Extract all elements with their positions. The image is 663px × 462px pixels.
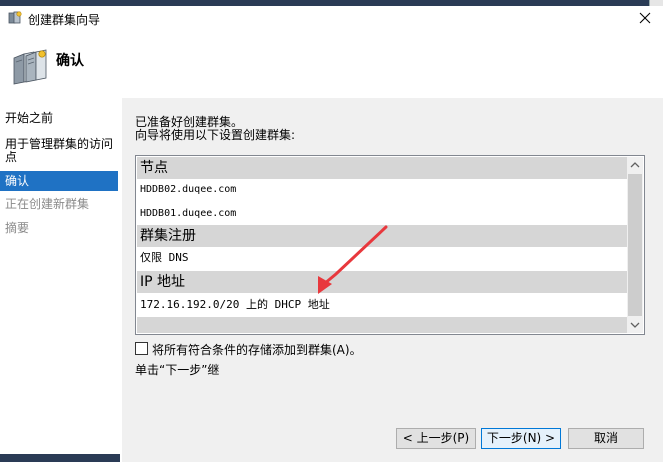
wizard-header: 确认 xyxy=(0,30,663,92)
scroll-down-icon[interactable] xyxy=(627,317,643,333)
list-item: 仅限 DNS xyxy=(140,251,189,264)
continue-hint: 单击“下一步”继 xyxy=(135,363,220,377)
section-header-nodes: 节点 xyxy=(137,157,628,179)
background-window-edge-bottom xyxy=(0,454,120,462)
nav-step-before-you-begin[interactable]: 开始之前 xyxy=(0,112,118,125)
vertical-scrollbar[interactable] xyxy=(627,157,643,333)
page-title: 确认 xyxy=(56,53,84,69)
nav-step-summary: 摘要 xyxy=(5,221,30,235)
settings-listbox[interactable]: 节点 HDDB02.duqee.com HDDB01.duqee.com 群集注… xyxy=(135,155,645,335)
button-bar: < 上一步(P) 下一步(N) > 取消 xyxy=(122,420,663,462)
window-title: 创建群集向导 xyxy=(28,13,101,27)
nav-step-access-point[interactable]: 用于管理群集的访问 xyxy=(0,138,118,151)
scroll-up-icon[interactable] xyxy=(627,157,643,173)
cancel-button[interactable]: 取消 xyxy=(568,428,644,449)
nav-step-access-point-cont[interactable]: 点 xyxy=(0,151,118,164)
section-header-registration: 群集注册 xyxy=(137,225,628,247)
add-storage-label[interactable]: 将所有符合条件的存储添加到群集(A)。 xyxy=(152,341,362,358)
wizard-icon xyxy=(8,11,22,25)
list-tail xyxy=(137,317,628,333)
list-item: HDDB01.duqee.com xyxy=(140,208,237,219)
previous-button[interactable]: < 上一步(P) xyxy=(396,428,476,449)
title-bar: 创建群集向导 xyxy=(0,6,663,30)
main-panel: 已准备好创建群集。 向导将使用以下设置创建群集: 节点 HDDB02.duqee… xyxy=(122,98,663,420)
settings-list: 节点 HDDB02.duqee.com HDDB01.duqee.com 群集注… xyxy=(137,157,628,333)
cluster-servers-icon xyxy=(12,48,48,86)
add-storage-checkbox[interactable] xyxy=(135,342,148,355)
section-header-ip: IP 地址 xyxy=(137,271,628,293)
list-item: 172.16.192.0/20 上的 DHCP 地址 xyxy=(140,298,330,311)
close-icon[interactable] xyxy=(635,8,655,28)
next-button[interactable]: 下一步(N) > xyxy=(481,428,561,449)
wizard-steps-nav: 开始之前 用于管理群集的访问 点 确认 正在创建新群集 摘要 xyxy=(0,98,120,462)
nav-step-creating: 正在创建新群集 xyxy=(5,197,90,211)
list-item: HDDB02.duqee.com xyxy=(140,184,237,195)
intro-line-2: 向导将使用以下设置创建群集: xyxy=(135,128,296,142)
scrollbar-thumb[interactable] xyxy=(628,174,642,316)
nav-step-confirm[interactable]: 确认 xyxy=(0,171,118,191)
